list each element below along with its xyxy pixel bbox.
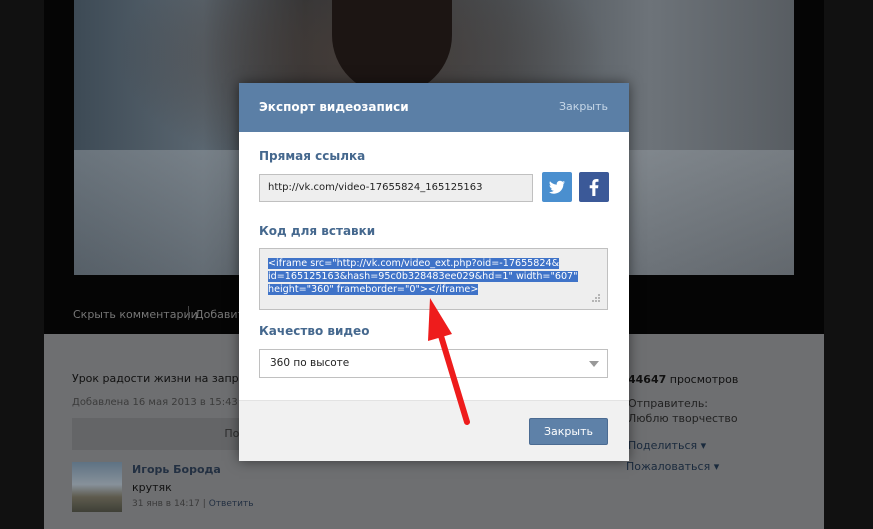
embed-code-label: Код для вставки — [259, 224, 376, 238]
video-title: Урок радости жизни на заправке — [72, 372, 266, 385]
dialog-footer: Закрыть — [239, 400, 629, 461]
comment-text: крутяк — [132, 481, 172, 494]
share-link[interactable]: Поделиться ▾ — [628, 439, 706, 452]
embed-code-line: id=165125163&hash=95c0b328483ee029&hd=1"… — [268, 271, 578, 282]
chevron-down-icon — [589, 361, 599, 367]
twitter-icon — [549, 180, 565, 194]
link-separator — [188, 306, 189, 320]
close-link[interactable]: Закрыть — [559, 100, 608, 113]
embed-code-line: height="360" frameborder="0"></iframe> — [268, 284, 479, 295]
close-button[interactable]: Закрыть — [529, 418, 608, 445]
quality-dropdown[interactable]: 360 по высоте — [259, 349, 608, 378]
complain-link[interactable]: Пожаловаться ▾ — [626, 460, 719, 473]
add-link[interactable]: Добавит — [195, 308, 244, 321]
views-count: 44647 — [628, 373, 667, 386]
hide-comments-link[interactable]: Скрыть комментарии — [73, 308, 198, 321]
show-button[interactable]: Пок — [72, 418, 252, 450]
comment-author[interactable]: Игорь Борода — [132, 463, 221, 476]
page-margin-left — [0, 0, 44, 529]
resize-grip-icon[interactable] — [591, 293, 601, 303]
dialog-header: Экспорт видеозаписи Закрыть — [239, 83, 629, 132]
comment-meta-separator: | — [202, 499, 206, 509]
direct-link-field[interactable]: http://vk.com/video-17655824_165125163 — [259, 174, 533, 202]
embed-code-line: <iframe src="http://vk.com/video_ext.php… — [268, 258, 560, 269]
page-margin-right — [824, 0, 873, 529]
views-label: просмотров — [669, 373, 739, 386]
facebook-icon — [589, 179, 599, 196]
facebook-share-button[interactable] — [579, 172, 609, 202]
views-counter: 44647 просмотров — [628, 373, 738, 386]
sender-label: Отправитель: — [628, 397, 709, 410]
reply-link[interactable]: Ответить — [209, 499, 254, 509]
comment-meta: 31 янв в 14:17 | Ответить — [132, 499, 254, 509]
export-video-dialog: Экспорт видеозаписи Закрыть Прямая ссылк… — [239, 83, 629, 461]
quality-label: Качество видео — [259, 324, 370, 338]
direct-link-label: Прямая ссылка — [259, 149, 366, 163]
avatar[interactable] — [72, 462, 122, 512]
twitter-share-button[interactable] — [542, 172, 572, 202]
added-date: Добавлена 16 мая 2013 в 15:43 — [72, 397, 238, 408]
embed-code-textarea[interactable]: <iframe src="http://vk.com/video_ext.php… — [259, 248, 608, 310]
quality-value: 360 по высоте — [270, 357, 350, 369]
video-scene-person — [332, 0, 452, 95]
comment-date: 31 янв в 14:17 — [132, 499, 200, 509]
dialog-title: Экспорт видеозаписи — [259, 100, 409, 114]
sender-value[interactable]: Люблю творчество — [628, 412, 738, 425]
